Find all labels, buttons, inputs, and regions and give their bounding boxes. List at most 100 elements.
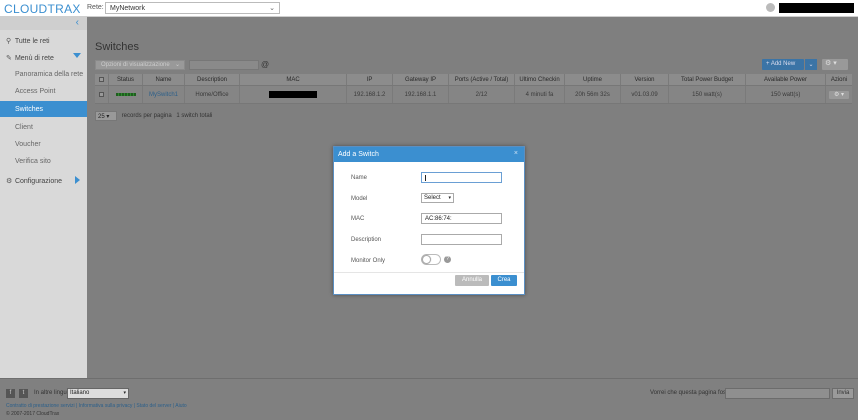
- sidebar-item-switches[interactable]: Switches: [0, 101, 87, 117]
- column-header-description[interactable]: Description: [185, 74, 240, 85]
- dialog-title: Add a Switch: [338, 151, 379, 158]
- gear-icon[interactable]: ⚙ ▾: [829, 91, 849, 99]
- sidebar-item-voucher[interactable]: Voucher: [0, 136, 87, 152]
- sidebar-collapse-bar[interactable]: ‹: [0, 17, 87, 30]
- chevron-down-icon: ▾: [448, 195, 451, 201]
- switch-gateway-ip: 192.168.1.1: [393, 86, 449, 103]
- add-switch-dialog: Add a Switch × Name Model Select ▾ MAC A…: [333, 146, 525, 295]
- language-select[interactable]: Italiano ▾: [67, 388, 129, 399]
- monitor-only-label: Monitor Only: [351, 258, 386, 264]
- name-input[interactable]: [421, 172, 502, 183]
- create-button[interactable]: Crea: [491, 275, 517, 286]
- wrench-icon: ✎: [6, 55, 12, 62]
- row-actions-button[interactable]: ⚙ ▾: [826, 86, 852, 103]
- user-icon[interactable]: [766, 3, 775, 12]
- column-header-status[interactable]: Status: [109, 74, 143, 85]
- feedback-submit-button[interactable]: Invia: [832, 388, 854, 399]
- sidebar-item-access-point[interactable]: Access Point: [0, 83, 87, 99]
- sidebar-item-site-survey[interactable]: Verifica sito: [0, 153, 87, 169]
- column-header-ports[interactable]: Ports (Active / Total): [449, 74, 515, 85]
- description-label: Description: [351, 237, 382, 243]
- switch-uptime: 20h 56m 32s: [565, 86, 621, 103]
- sidebar-item-label: Access Point: [15, 88, 56, 95]
- dialog-footer-divider: [334, 272, 524, 273]
- copyright-text: © 2007-2017 CloudTrax: [6, 411, 60, 417]
- sidebar-item-client[interactable]: Client: [0, 119, 87, 135]
- sidebar-item-network-overview[interactable]: Panoramica della rete: [0, 66, 87, 82]
- table-settings-button[interactable]: ⚙ ▾: [822, 59, 848, 70]
- switch-description: Home/Office: [185, 86, 240, 103]
- row-checkbox[interactable]: [95, 86, 109, 103]
- network-select[interactable]: MyNetwork ⌄: [105, 2, 280, 14]
- switch-name-link[interactable]: MySwitch1: [143, 86, 185, 103]
- column-header-version[interactable]: Version: [621, 74, 669, 85]
- switch-ports: 2/12: [449, 86, 515, 103]
- pager-label: records per pagina: [121, 113, 172, 119]
- table-header-row: Status Name Description MAC IP Gateway I…: [95, 74, 852, 86]
- switch-mac-redacted: [240, 86, 347, 103]
- column-header-ip[interactable]: IP: [347, 74, 393, 85]
- language-value: Italiano: [70, 390, 90, 396]
- cancel-button[interactable]: Annulla: [455, 275, 489, 286]
- chevron-down-icon: ⌄: [808, 62, 814, 68]
- table-search-input[interactable]: [189, 60, 259, 70]
- sidebar-item-label: Client: [15, 124, 33, 131]
- monitor-only-toggle[interactable]: [421, 254, 441, 265]
- twitter-icon[interactable]: t: [19, 389, 28, 398]
- help-icon[interactable]: ?: [444, 256, 451, 263]
- view-options-dropdown[interactable]: Opzioni di visualizzazione ⌄: [95, 60, 185, 70]
- sidebar-item-label: Verifica sito: [15, 158, 51, 165]
- caret-right-icon: [75, 176, 80, 184]
- network-select-value: MyNetwork: [110, 5, 146, 12]
- sidebar-item-label: Voucher: [15, 141, 41, 148]
- user-name-redacted[interactable]: [779, 3, 854, 13]
- footer-links[interactable]: Contratto di prestazione servizi | Infor…: [6, 403, 187, 409]
- switch-version: v01.03.09: [621, 86, 669, 103]
- column-header-gateway-ip[interactable]: Gateway IP: [393, 74, 449, 85]
- sidebar-item-all-networks[interactable]: ⚲ Tutte le reti: [0, 32, 87, 48]
- column-header-mac[interactable]: MAC: [240, 74, 347, 85]
- column-header-actions: Azioni: [830, 77, 848, 83]
- column-header-available-power[interactable]: Available Power: [746, 74, 826, 85]
- footer: f t In altre lingue: Italiano ▾ Contratt…: [0, 378, 858, 420]
- switch-last-checkin: 4 minuti fa: [515, 86, 565, 103]
- column-header-uptime[interactable]: Uptime: [565, 74, 621, 85]
- caret-down-icon: [73, 53, 81, 58]
- top-bar: CLOUDTRAX Rete: MyNetwork ⌄: [0, 0, 858, 17]
- sidebar-item-label: Switches: [15, 106, 44, 113]
- gear-icon: ⚙ ▾: [825, 60, 837, 67]
- pin-icon: ⚲: [6, 38, 12, 45]
- column-header-last-checkin[interactable]: Ultimo Checkin: [515, 74, 565, 85]
- cloudtrax-logo[interactable]: CLOUDTRAX: [4, 2, 81, 16]
- table-row[interactable]: MySwitch1 Home/Office 192.168.1.2 192.16…: [95, 86, 852, 104]
- facebook-icon[interactable]: f: [6, 389, 15, 398]
- add-new-dropdown-toggle[interactable]: ⌄: [805, 59, 817, 70]
- feedback-input[interactable]: [725, 388, 830, 399]
- mac-input[interactable]: AC:86:74:: [421, 213, 502, 224]
- column-header-total-power-budget[interactable]: Total Power Budget: [669, 74, 746, 85]
- at-icon[interactable]: @: [261, 60, 269, 69]
- status-indicator: [109, 86, 143, 103]
- chevron-down-icon: ⌄: [174, 62, 180, 68]
- sidebar-item-label: Tutte le reti: [14, 38, 50, 45]
- close-icon[interactable]: ×: [514, 150, 518, 157]
- view-options-label: Opzioni di visualizzazione: [101, 62, 170, 68]
- mac-label: MAC: [351, 216, 365, 222]
- switch-power-budget: 150 watt(s): [669, 86, 746, 103]
- add-new-button[interactable]: + Add New: [762, 59, 804, 70]
- chevron-left-icon[interactable]: ‹: [76, 17, 79, 28]
- switches-table: Status Name Description MAC IP Gateway I…: [95, 74, 852, 104]
- switch-ip: 192.168.1.2: [347, 86, 393, 103]
- description-input[interactable]: [421, 234, 502, 245]
- column-header-name[interactable]: Name: [143, 74, 185, 85]
- sidebar-item-network-menu[interactable]: ✎ Menù di rete: [0, 49, 87, 65]
- chevron-down-icon: ▾: [123, 390, 126, 396]
- page-size-select[interactable]: 25 ▾: [95, 111, 117, 121]
- chevron-down-icon: ⌄: [269, 5, 275, 12]
- model-label: Model: [351, 196, 368, 202]
- select-all-checkbox[interactable]: [95, 74, 109, 85]
- switch-available-power: 150 watt(s): [746, 86, 826, 103]
- sidebar-item-configuration[interactable]: ⚙ Configurazione: [0, 172, 87, 188]
- model-select[interactable]: Select ▾: [421, 193, 454, 203]
- dialog-header: Add a Switch ×: [334, 147, 524, 162]
